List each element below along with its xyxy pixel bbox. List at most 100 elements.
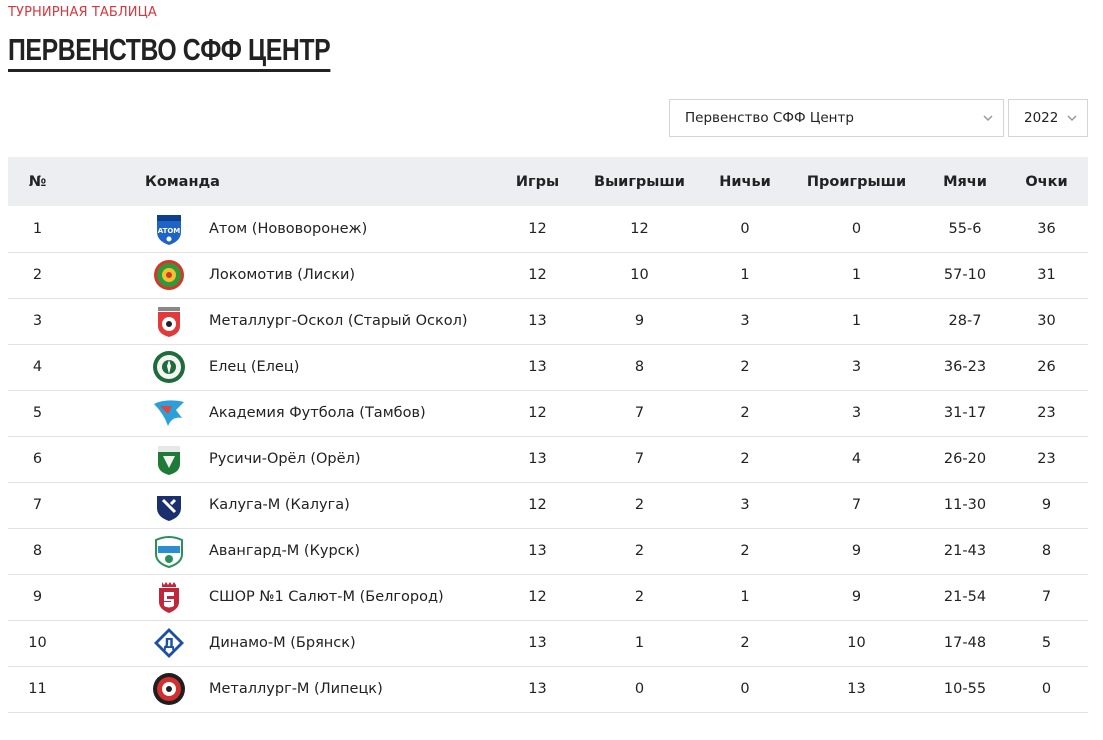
cell-losses: 7 bbox=[851, 497, 862, 513]
year-select[interactable]: 2022 bbox=[1008, 99, 1088, 137]
cell-points: 8 bbox=[1041, 543, 1052, 559]
cell-wins: 2 bbox=[634, 589, 645, 605]
cell-pos: 5 bbox=[32, 405, 43, 421]
cell-losses: 9 bbox=[851, 589, 862, 605]
team-name: Русичи-Орёл (Орёл) bbox=[209, 451, 361, 467]
team-cell-content: Д Динамо-М (Брянск) bbox=[67, 626, 498, 660]
cell-team: Академия Футбола (Тамбов) bbox=[67, 390, 498, 436]
cell-pos: 11 bbox=[28, 681, 47, 697]
cell-wins: 2 bbox=[634, 543, 645, 559]
team-name: СШОР №1 Салют-М (Белгород) bbox=[209, 589, 444, 605]
lokomotiv-logo-icon bbox=[152, 258, 186, 292]
cell-games: 12 bbox=[528, 405, 547, 421]
cell-draws: 2 bbox=[740, 359, 750, 375]
cell-points: 5 bbox=[1041, 635, 1052, 651]
team-cell-content: СШОР №1 Салют-М (Белгород) bbox=[67, 580, 498, 614]
akademiya-logo-icon bbox=[152, 396, 186, 430]
rusichi-logo-icon bbox=[152, 442, 186, 476]
kaluga-logo-icon bbox=[152, 488, 186, 522]
cell-wins: 0 bbox=[634, 681, 645, 697]
table-row: 3 Металлург-Оскол (Старый Оскол) 13 9 3 1 28-7… bbox=[8, 298, 1088, 344]
elets-logo-icon bbox=[152, 350, 186, 384]
competition-select[interactable]: Первенство СФФ Центр bbox=[669, 99, 1004, 137]
chevron-down-icon bbox=[1067, 115, 1077, 122]
team-cell-content: Металлург-М (Липецк) bbox=[67, 672, 498, 706]
cell-draws: 1 bbox=[740, 267, 750, 283]
cell-points: 0 bbox=[1041, 681, 1052, 697]
cell-goals: 57-10 bbox=[943, 267, 987, 283]
cell-goals: 55-6 bbox=[948, 220, 982, 237]
cell-games: 12 bbox=[528, 497, 547, 513]
column-header-goals: Мячи bbox=[943, 173, 987, 190]
cell-draws: 3 bbox=[740, 497, 750, 513]
cell-team: Металлург-Оскол (Старый Оскол) bbox=[67, 298, 498, 344]
column-header-team: Команда bbox=[145, 173, 220, 190]
table-row: 8 Авангард-М (Курск) 13 2 2 9 21-43 8 bbox=[8, 528, 1088, 574]
team-name: Академия Футбола (Тамбов) bbox=[209, 405, 426, 421]
column-header-draws: Ничьи bbox=[719, 173, 771, 190]
cell-draws: 2 bbox=[740, 543, 750, 559]
table-row: 11 Металлург-М (Липецк) 13 0 0 13 10-55 0 bbox=[8, 666, 1088, 712]
cell-team: Авангард-М (Курск) bbox=[67, 528, 498, 574]
year-select-value: 2022 bbox=[1024, 110, 1059, 126]
cell-goals: 28-7 bbox=[948, 313, 982, 329]
cell-points: 23 bbox=[1037, 451, 1056, 467]
cell-games: 13 bbox=[528, 359, 547, 375]
table-row: 5 Академия Футбола (Тамбов) 12 7 2 3 31-17 23 bbox=[8, 390, 1088, 436]
salyut-logo-icon bbox=[152, 580, 186, 614]
svg-text:Д: Д bbox=[163, 637, 175, 652]
cell-points: 23 bbox=[1037, 405, 1056, 421]
cell-draws: 3 bbox=[740, 313, 750, 329]
team-name: Металлург-М (Липецк) bbox=[209, 681, 383, 697]
table-row: 4 Елец (Елец) 13 8 2 3 36-23 26 bbox=[8, 344, 1088, 390]
cell-wins: 12 bbox=[630, 220, 649, 237]
cell-games: 13 bbox=[528, 451, 547, 467]
cell-losses: 1 bbox=[851, 267, 862, 283]
atom-logo-icon: ATOM bbox=[152, 212, 186, 246]
column-header-losses: Проигрыши bbox=[806, 173, 907, 190]
cell-team: ATOM Атом (Нововоронеж) bbox=[67, 206, 498, 252]
cell-draws: 0 bbox=[740, 681, 750, 697]
cell-points: 9 bbox=[1041, 497, 1052, 513]
cell-team: Калуга-М (Калуга) bbox=[67, 482, 498, 528]
cell-losses: 9 bbox=[851, 543, 862, 559]
cell-team: СШОР №1 Салют-М (Белгород) bbox=[67, 574, 498, 620]
cell-pos: 10 bbox=[28, 635, 47, 651]
cell-losses: 13 bbox=[847, 681, 866, 697]
standings-table: № Команда Игры Выигрыши Ничьи Проигрыши … bbox=[8, 157, 1088, 713]
cell-team: Д Динамо-М (Брянск) bbox=[67, 620, 498, 666]
cell-wins: 8 bbox=[634, 359, 645, 375]
cell-losses: 10 bbox=[847, 635, 866, 651]
cell-goals: 31-17 bbox=[943, 405, 987, 421]
cell-goals: 10-55 bbox=[943, 681, 987, 697]
cell-team: Металлург-М (Липецк) bbox=[67, 666, 498, 712]
section-kicker: ТУРНИРНАЯ ТАБЛИЦА bbox=[8, 5, 157, 20]
cell-draws: 2 bbox=[740, 451, 750, 467]
cell-losses: 3 bbox=[851, 359, 862, 375]
column-header-games: Игры bbox=[515, 173, 560, 190]
table-row: 7 Калуга-М (Калуга) 12 2 3 7 11-30 9 bbox=[8, 482, 1088, 528]
cell-pos: 8 bbox=[32, 543, 43, 559]
cell-wins: 2 bbox=[634, 497, 645, 513]
team-name: Металлург-Оскол (Старый Оскол) bbox=[209, 313, 468, 329]
team-cell-content: Металлург-Оскол (Старый Оскол) bbox=[67, 304, 498, 338]
cell-games: 13 bbox=[528, 313, 547, 329]
cell-goals: 36-23 bbox=[943, 359, 987, 375]
team-name: Елец (Елец) bbox=[209, 359, 300, 375]
competition-select-value: Первенство СФФ Центр bbox=[685, 110, 854, 126]
cell-points: 7 bbox=[1041, 589, 1052, 605]
cell-goals: 11-30 bbox=[943, 497, 987, 513]
team-cell-content: Локомотив (Лиски) bbox=[67, 258, 498, 292]
cell-wins: 7 bbox=[634, 405, 645, 421]
cell-points: 36 bbox=[1037, 220, 1056, 237]
cell-pos: 6 bbox=[32, 451, 43, 467]
cell-wins: 7 bbox=[634, 451, 645, 467]
cell-draws: 2 bbox=[740, 635, 750, 651]
team-cell-content: Елец (Елец) bbox=[67, 350, 498, 384]
cell-draws: 2 bbox=[740, 405, 750, 421]
avangard-logo-icon bbox=[152, 534, 186, 568]
cell-team: Русичи-Орёл (Орёл) bbox=[67, 436, 498, 482]
table-header-row: № Команда Игры Выигрыши Ничьи Проигрыши … bbox=[8, 157, 1088, 206]
cell-losses: 1 bbox=[851, 313, 862, 329]
cell-goals: 26-20 bbox=[943, 451, 987, 467]
